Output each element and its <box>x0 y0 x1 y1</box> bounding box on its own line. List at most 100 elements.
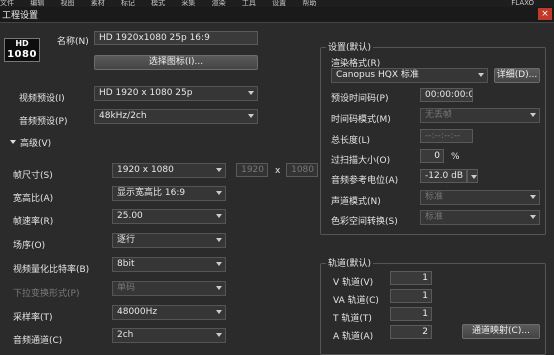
bit-depth-dropdown[interactable]: 8bit <box>112 257 226 272</box>
chevron-down-icon <box>216 262 222 266</box>
aspect-value: 显示宽高比 16:9 <box>117 188 186 198</box>
menu-bar: 文件 编辑 视图 素材 标记 模式 采集 渲染 工具 设置 帮助 FLAXO <box>0 0 554 7</box>
sample-rate-value: 48000Hz <box>117 307 158 317</box>
aspect-label: 宽高比(A) <box>13 194 54 204</box>
preset-timecode-input[interactable]: 00:00:00:00 <box>420 88 473 102</box>
channel-mode-label: 声道模式(N) <box>331 197 381 207</box>
hd-1080-logo: HD 1080 <box>4 38 40 62</box>
select-icon-button[interactable]: 选择图标(I)... <box>94 55 258 70</box>
chevron-down-icon <box>530 195 536 199</box>
chevron-down-icon <box>248 91 254 95</box>
t-track-label: T 轨道(T) <box>333 314 372 324</box>
menu-item[interactable]: 编辑 <box>30 0 44 7</box>
menu-item[interactable]: 渲染 <box>212 0 226 7</box>
bit-depth-value: 8bit <box>117 259 135 269</box>
menubar-right: FLAXO <box>511 0 534 7</box>
menu-item[interactable]: 设置 <box>272 0 286 7</box>
channel-mode-value: 标准 <box>425 192 444 202</box>
va-track-label: VA 轨道(C) <box>333 296 379 306</box>
frame-width-input[interactable]: 1920 <box>236 163 268 177</box>
audio-channels-label: 音频通道(C) <box>13 336 63 346</box>
logo-bottom: 1080 <box>7 49 37 60</box>
chevron-down-icon <box>216 191 222 195</box>
a-track-input[interactable]: 2 <box>390 325 432 339</box>
chevron-down-icon <box>471 175 477 179</box>
menu-item[interactable]: 素材 <box>91 0 105 7</box>
details-button[interactable]: 详细(D)... <box>494 68 540 83</box>
audio-preset-label: 音频预设(P) <box>19 117 68 127</box>
render-format-value: Canopus HQX 标准 <box>336 70 419 80</box>
sample-rate-dropdown[interactable]: 48000Hz <box>112 305 226 320</box>
a-track-label: A 轨道(A) <box>333 332 374 342</box>
color-space-dropdown[interactable]: 标准 <box>420 210 540 225</box>
frame-size-value: 1920 x 1080 <box>117 165 174 175</box>
audio-channels-dropdown[interactable]: 2ch <box>112 328 226 343</box>
menu-item[interactable]: 视图 <box>60 0 74 7</box>
chevron-down-icon <box>216 168 222 172</box>
chevron-down-icon <box>530 215 536 219</box>
settings-group-title: 设置(默认) <box>326 40 374 53</box>
video-preset-label: 视频预设(I) <box>19 94 65 104</box>
field-order-value: 逐行 <box>117 235 136 245</box>
menu-item[interactable]: 采集 <box>181 0 195 7</box>
tracks-group-title: 轨道(默认) <box>326 256 374 269</box>
pulldown-label: 下拉变换形式(P) <box>13 289 80 299</box>
frame-rate-dropdown[interactable]: 25.00 <box>112 209 226 224</box>
video-preset-dropdown[interactable]: HD 1920 x 1080 25p <box>94 86 258 101</box>
audio-ref-level-spinner[interactable] <box>467 169 478 183</box>
pulldown-dropdown[interactable]: 单码 <box>112 281 226 296</box>
preset-timecode-label: 预设时间码(P) <box>331 94 389 104</box>
video-preset-value: HD 1920 x 1080 25p <box>99 88 193 98</box>
field-order-label: 场序(O) <box>13 241 46 251</box>
render-format-dropdown[interactable]: Canopus HQX 标准 <box>331 68 488 83</box>
chevron-down-icon <box>478 73 484 77</box>
menu-item[interactable]: 工具 <box>242 0 256 7</box>
v-track-label: V 轨道(V) <box>333 278 374 288</box>
close-button[interactable]: × <box>538 8 552 20</box>
expand-triangle-icon[interactable] <box>10 140 16 144</box>
frame-rate-value: 25.00 <box>117 211 143 221</box>
frame-height-input[interactable]: 1080 <box>286 163 318 177</box>
dialog-title: 工程设置 <box>2 11 39 21</box>
chevron-down-icon <box>248 114 254 118</box>
color-space-label: 色彩空间转换(S) <box>331 217 398 227</box>
audio-preset-dropdown[interactable]: 48kHz/2ch <box>94 109 258 124</box>
name-label: 名称(N) <box>57 37 89 47</box>
chevron-down-icon <box>530 113 536 117</box>
overscan-unit: % <box>451 152 460 162</box>
total-length-input[interactable]: --:--:--:-- <box>420 129 473 143</box>
menu-item[interactable]: 标记 <box>121 0 135 7</box>
channel-mode-dropdown[interactable]: 标准 <box>420 190 540 205</box>
advanced-section-label[interactable]: 高级(V) <box>20 136 51 149</box>
timecode-mode-label: 时间码模式(M) <box>331 115 391 125</box>
color-space-value: 标准 <box>425 212 444 222</box>
frame-size-dropdown[interactable]: 1920 x 1080 <box>112 163 226 178</box>
chevron-down-icon <box>216 333 222 337</box>
frame-rate-label: 帧速率(R) <box>13 217 54 227</box>
menu-item[interactable]: 模式 <box>151 0 165 7</box>
timecode-mode-dropdown[interactable]: 无丢帧 <box>420 108 540 123</box>
chevron-down-icon <box>216 286 222 290</box>
bit-depth-label: 视频量化比特率(B) <box>13 265 90 275</box>
channel-mapping-button[interactable]: 通道映射(C)... <box>462 324 540 339</box>
overscan-label: 过扫描大小(O) <box>331 156 391 166</box>
va-track-input[interactable]: 1 <box>390 289 432 303</box>
aspect-dropdown[interactable]: 显示宽高比 16:9 <box>112 186 226 201</box>
chevron-down-icon <box>216 310 222 314</box>
v-track-input[interactable]: 1 <box>390 271 432 285</box>
audio-ref-level-input[interactable]: -12.0 dB <box>420 169 467 183</box>
chevron-down-icon <box>216 238 222 242</box>
field-order-dropdown[interactable]: 逐行 <box>112 233 226 248</box>
sample-rate-label: 采样率(T) <box>13 313 53 323</box>
t-track-input[interactable]: 1 <box>390 307 432 321</box>
overscan-input[interactable]: 0 <box>420 149 444 163</box>
menu-item[interactable]: 文件 <box>0 0 14 7</box>
dialog-titlebar: 工程设置 × <box>0 7 554 23</box>
menu-item[interactable]: 帮助 <box>302 0 316 7</box>
timecode-mode-value: 无丢帧 <box>425 110 453 120</box>
name-input[interactable]: HD 1920x1080 25p 16:9 <box>94 31 258 45</box>
audio-ref-level-label: 音频参考电位(A) <box>331 176 399 186</box>
frame-size-label: 帧尺寸(S) <box>13 171 53 181</box>
audio-channels-value: 2ch <box>117 330 134 340</box>
total-length-label: 总长度(L) <box>331 136 371 146</box>
